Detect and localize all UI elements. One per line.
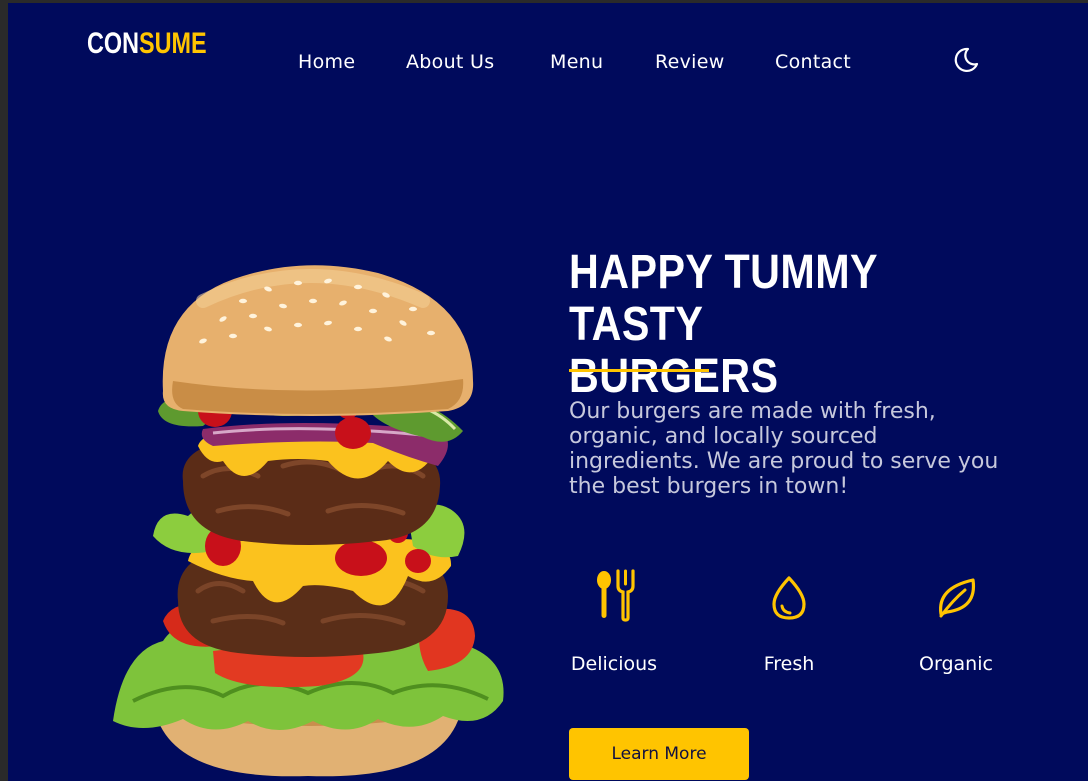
hero-description: Our burgers are made with fresh, organic… bbox=[569, 399, 999, 499]
droplet-icon bbox=[772, 576, 806, 620]
utensils-icon bbox=[597, 569, 635, 622]
leaf-icon bbox=[939, 578, 976, 618]
nav-home[interactable]: Home bbox=[298, 51, 355, 73]
feature-organic: Organic bbox=[891, 568, 1021, 675]
feature-label-fresh: Fresh bbox=[763, 653, 815, 675]
moon-icon[interactable] bbox=[951, 45, 981, 75]
burger-image bbox=[113, 265, 504, 777]
page-frame: CONSUME Home About Us Menu Review Contac… bbox=[8, 3, 1088, 781]
feature-label-delicious: Delicious bbox=[570, 653, 658, 675]
main-nav: Home About Us Menu Review Contact bbox=[8, 51, 1088, 81]
feature-delicious: Delicious bbox=[549, 568, 679, 675]
hero-title: HAPPY TUMMY TASTY BURGERS bbox=[569, 247, 982, 403]
hero-title-line-2: BURGERS bbox=[569, 350, 779, 403]
feature-fresh: Fresh bbox=[724, 568, 854, 675]
hero-title-line-1: HAPPY TUMMY TASTY bbox=[569, 246, 878, 351]
title-underline bbox=[569, 369, 709, 372]
nav-contact[interactable]: Contact bbox=[775, 51, 851, 73]
learn-more-button[interactable]: Learn More bbox=[569, 728, 749, 780]
nav-about-us[interactable]: About Us bbox=[406, 51, 494, 73]
nav-menu[interactable]: Menu bbox=[550, 51, 603, 73]
feature-label-organic: Organic bbox=[919, 653, 993, 675]
nav-review[interactable]: Review bbox=[655, 51, 725, 73]
